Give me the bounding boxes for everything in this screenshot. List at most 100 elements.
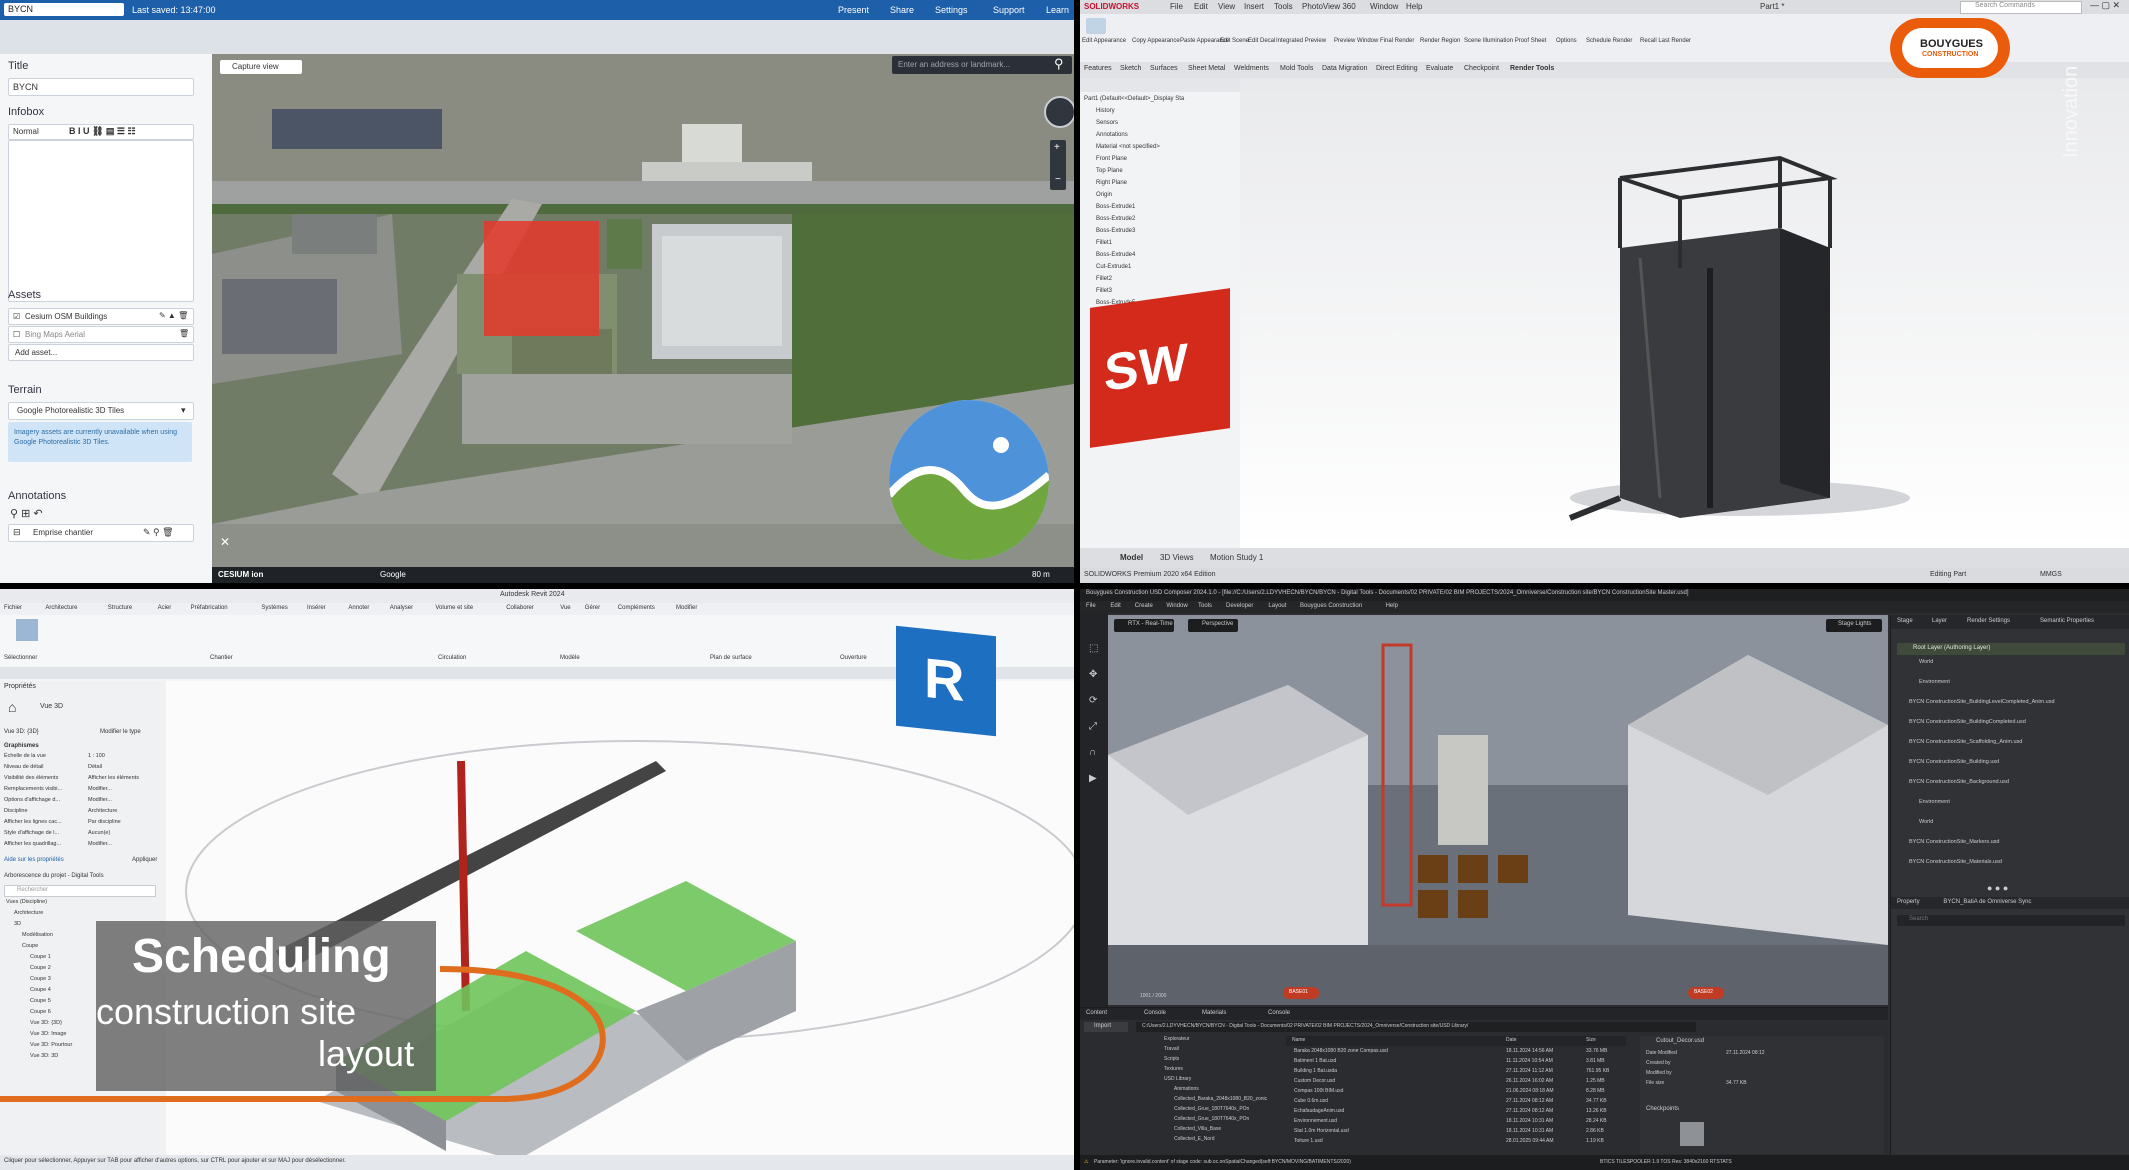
col-name[interactable]: Name bbox=[1292, 1037, 1305, 1043]
content-tab[interactable]: Content bbox=[1086, 1010, 1107, 1016]
title-input[interactable]: BYCN bbox=[8, 78, 194, 96]
layer-item[interactable]: World bbox=[1919, 819, 1933, 825]
asset-row-bing[interactable]: ☐ Bing Maps Aerial 🗑 bbox=[8, 326, 194, 343]
stage-tab[interactable]: Stage bbox=[1897, 618, 1913, 624]
folder-item[interactable]: Explorateur bbox=[1164, 1036, 1190, 1042]
window-controls-icon[interactable]: — ▢ ✕ bbox=[2090, 0, 2120, 11]
menu-edit[interactable]: Edit bbox=[1194, 2, 1208, 11]
copy-appearance-button[interactable]: Copy Appearance bbox=[1132, 38, 1180, 44]
property-value[interactable]: Aucun(e) bbox=[88, 830, 110, 836]
import-button[interactable]: Import bbox=[1084, 1022, 1128, 1032]
menu-tab[interactable]: Analyser bbox=[390, 605, 413, 611]
support-button[interactable]: Support bbox=[993, 5, 1025, 15]
content-tab[interactable]: Materials bbox=[1202, 1010, 1226, 1016]
menu-photoview[interactable]: PhotoView 360 bbox=[1302, 2, 1356, 11]
menu-tab[interactable]: Préfabrication bbox=[191, 605, 228, 611]
properties-help-link[interactable]: Aide sur les propriétés bbox=[4, 857, 64, 863]
menu-view[interactable]: View bbox=[1218, 2, 1235, 11]
omniverse-viewport[interactable]: RTX - Real-Time Perspective Stage Lights… bbox=[1108, 615, 1888, 1005]
file-name[interactable]: Batiment 1 Bat.usd bbox=[1294, 1058, 1336, 1064]
folder-item[interactable]: Collected_Baraka_2048x1080_B20_zonic bbox=[1174, 1096, 1267, 1102]
zoom-out-icon[interactable]: − bbox=[1055, 174, 1061, 185]
layer-item[interactable]: BYCN ConstructionSite_Materials.usd bbox=[1909, 859, 2002, 865]
menu-tab[interactable]: Fichier bbox=[4, 605, 22, 611]
folder-item[interactable]: USD Library bbox=[1164, 1076, 1191, 1082]
select-tool-icon[interactable]: ⬚ bbox=[1089, 643, 1098, 654]
root-layer-row[interactable]: Root Layer (Authoring Layer) bbox=[1897, 643, 2125, 655]
property-value[interactable]: 1 : 100 bbox=[88, 753, 105, 759]
tree-item[interactable]: Top Plane bbox=[1096, 168, 1123, 174]
property-value[interactable]: Par discipline bbox=[88, 819, 121, 825]
menu-insert[interactable]: Insert bbox=[1244, 2, 1264, 11]
tab-model[interactable]: Model bbox=[1120, 553, 1143, 562]
menu-tab[interactable]: Collaborer bbox=[506, 605, 534, 611]
schedule-render-button[interactable]: Schedule Render bbox=[1586, 38, 1632, 44]
share-button[interactable]: Share bbox=[890, 5, 914, 15]
compass-navigation[interactable] bbox=[1044, 96, 1074, 128]
menu-tab[interactable]: Modifier bbox=[676, 605, 697, 611]
annotation-row[interactable]: ⊟ Emprise chantier ✎ ⚲ 🗑 bbox=[8, 524, 194, 542]
tree-item[interactable]: History bbox=[1096, 108, 1115, 114]
property-value[interactable]: Modifier... bbox=[88, 841, 112, 847]
tab-motion-study[interactable]: Motion Study 1 bbox=[1210, 553, 1263, 562]
tree-item[interactable]: Annotations bbox=[1096, 132, 1128, 138]
property-tab[interactable]: Property bbox=[1897, 899, 1920, 905]
menu-tab[interactable]: Acier bbox=[158, 605, 172, 611]
tree-item[interactable]: Part1 (Default<<Default>_Display Sta bbox=[1084, 96, 1184, 102]
property-value[interactable]: Modifier... bbox=[88, 797, 112, 803]
menu-tab[interactable]: Systèmes bbox=[261, 605, 287, 611]
file-name[interactable]: Cube 0.6m.usd bbox=[1294, 1098, 1328, 1104]
modify-select-icon[interactable] bbox=[16, 619, 38, 641]
stage-tab[interactable]: Semantic Properties bbox=[2040, 618, 2094, 624]
preview-window-button[interactable]: Preview Window bbox=[1334, 38, 1378, 44]
file-name[interactable]: Compas 100t BIM.usd bbox=[1294, 1088, 1343, 1094]
menu-window[interactable]: Window bbox=[1370, 2, 1398, 11]
project-name-input[interactable]: BYCN bbox=[4, 3, 124, 16]
tab-checkpoint[interactable]: Checkpoint bbox=[1464, 65, 1499, 72]
command-search[interactable]: Search Commands bbox=[1960, 1, 2082, 14]
menu-tab[interactable]: Structure bbox=[108, 605, 132, 611]
browser-item[interactable]: Vues (Discipline) bbox=[6, 899, 47, 905]
layer-item[interactable]: Environment bbox=[1919, 679, 1950, 685]
tree-panel-tabs[interactable] bbox=[1080, 78, 1240, 92]
tree-item[interactable]: Sensors bbox=[1096, 120, 1118, 126]
om-menu-item[interactable]: Bouygues Construction bbox=[1300, 603, 1362, 609]
om-menu-item[interactable]: Developer bbox=[1226, 603, 1253, 609]
stage-tab[interactable]: Layer bbox=[1932, 618, 1947, 624]
infobox-toolbar[interactable]: Normal B I U ⛓ ▤ ☰ ☷ bbox=[8, 124, 194, 140]
layer-item[interactable]: BYCN ConstructionSite_BuildingLevelCompl… bbox=[1909, 699, 2055, 705]
property-value[interactable]: Détail bbox=[88, 764, 102, 770]
group-select[interactable]: Sélectionner bbox=[4, 655, 37, 661]
menu-tab[interactable]: Insérer bbox=[307, 605, 326, 611]
folder-item[interactable]: Textures bbox=[1164, 1066, 1183, 1072]
layer-item[interactable]: BYCN ConstructionSite_BuildingCompleted.… bbox=[1909, 719, 2026, 725]
om-menu-item[interactable]: Layout bbox=[1268, 603, 1286, 609]
osm-buildings-checkbox[interactable]: ☑ bbox=[13, 312, 20, 321]
tree-item[interactable]: Front Plane bbox=[1096, 156, 1127, 162]
content-tab[interactable]: Console bbox=[1144, 1010, 1166, 1016]
file-name[interactable]: Custom Decor.usd bbox=[1294, 1078, 1335, 1084]
folder-item[interactable]: Animations bbox=[1174, 1086, 1199, 1092]
present-button[interactable]: Present bbox=[838, 5, 869, 15]
asset-actions-icon[interactable]: ✎ ▲ 🗑 bbox=[159, 311, 188, 320]
render-region-button[interactable]: Render Region bbox=[1420, 38, 1460, 44]
folder-item[interactable]: Collected_Grue_180T7640x_POn bbox=[1174, 1116, 1249, 1122]
learn-button[interactable]: Learn bbox=[1046, 5, 1069, 15]
tree-item[interactable]: Cut-Extrude1 bbox=[1096, 264, 1131, 270]
property-value[interactable]: Architecture bbox=[88, 808, 117, 814]
file-name[interactable]: Building 1 Bat.usda bbox=[1294, 1068, 1337, 1074]
browser-search-input[interactable]: Rechercher bbox=[4, 885, 156, 897]
asset-row-osm[interactable]: ☑ Cesium OSM Buildings ✎ ▲ 🗑 bbox=[8, 308, 194, 325]
menu-tab[interactable]: Compléments bbox=[618, 605, 655, 611]
capture-view-button[interactable]: Capture view bbox=[220, 60, 302, 74]
edit-type-button[interactable]: Modifier le type bbox=[100, 729, 141, 735]
checkpoints-label[interactable]: Checkpoints bbox=[1646, 1106, 1679, 1112]
om-menu-item[interactable]: Help bbox=[1386, 603, 1398, 609]
folder-item[interactable]: Collected_E_Nord bbox=[1174, 1136, 1215, 1142]
layer-item[interactable]: BYCN ConstructionSite_Building.usd bbox=[1909, 759, 1999, 765]
file-name[interactable]: Environnement.usd bbox=[1294, 1118, 1337, 1124]
format-select[interactable]: Normal bbox=[13, 127, 39, 136]
tab-mold-tools[interactable]: Mold Tools bbox=[1280, 65, 1313, 72]
tab-data-migration[interactable]: Data Migration bbox=[1322, 65, 1368, 72]
om-menu-item[interactable]: Tools bbox=[1198, 603, 1212, 609]
